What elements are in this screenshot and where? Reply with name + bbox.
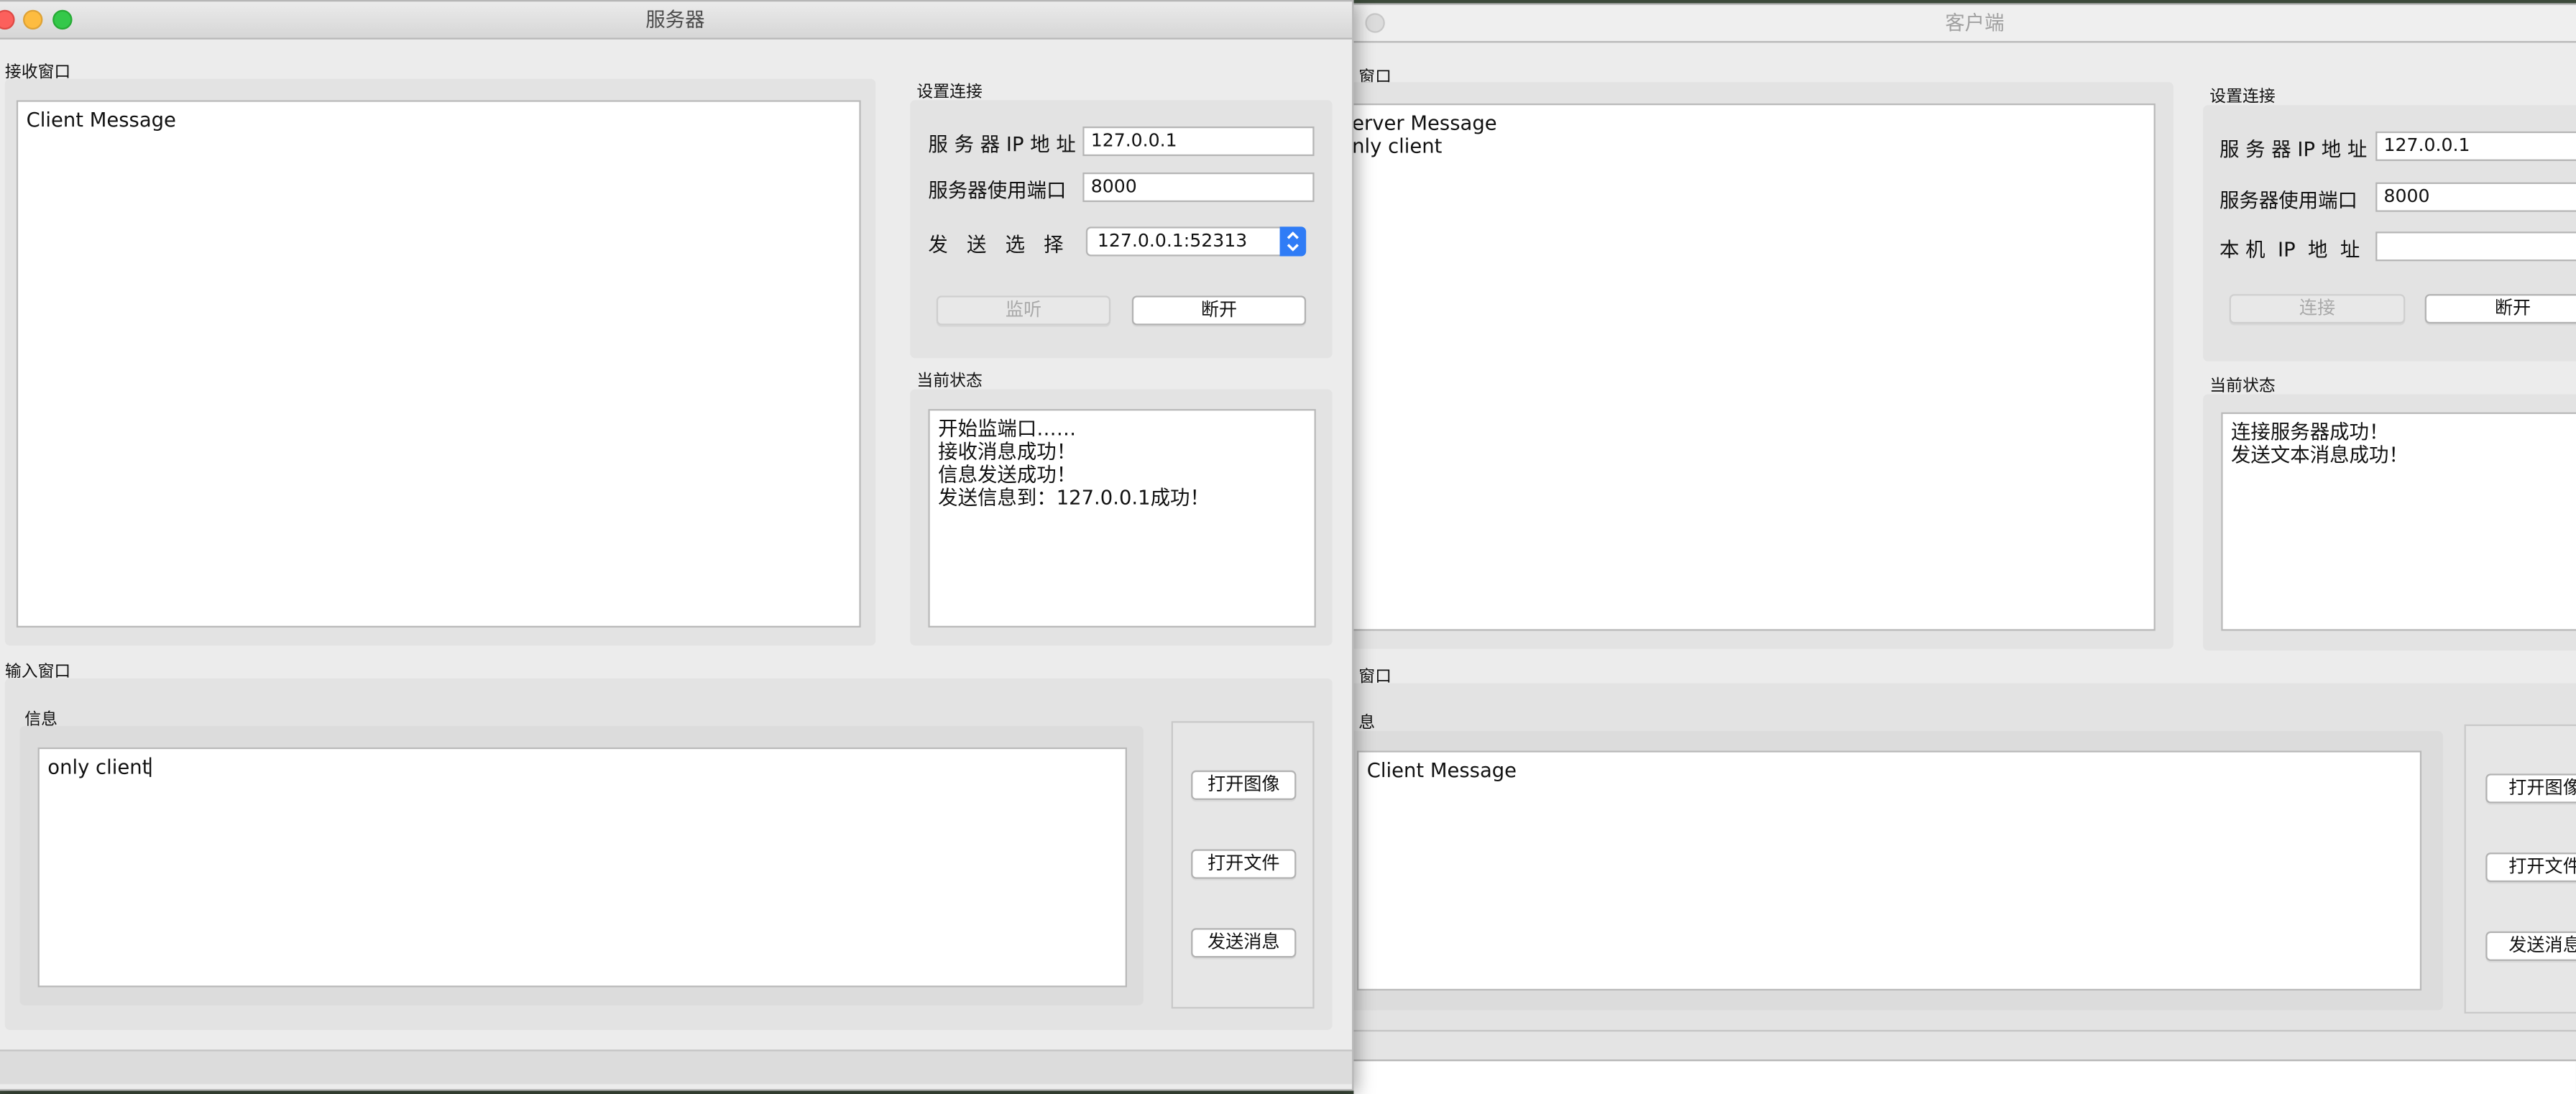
server-open-image-button[interactable]: 打开图像 xyxy=(1191,770,1297,800)
server-send-select-label: 发 送 选 择 xyxy=(928,233,1064,257)
server-status-textarea[interactable]: 开始监端口…… 接收消息成功！ 信息发送成功！ 发送信息到：127.0.0.1成… xyxy=(928,409,1316,628)
client-window-title: 客户端 xyxy=(1945,11,2005,35)
server-send-select[interactable]: 127.0.0.1:52313 xyxy=(1085,226,1307,257)
server-window-title: 服务器 xyxy=(645,8,705,32)
client-receive-line: nly client xyxy=(1352,134,1443,158)
client-status-textarea[interactable]: 连接服务器成功！ 发送文本消息成功！ xyxy=(2221,412,2576,631)
server-receive-line: Client Message xyxy=(26,108,176,132)
text-caret xyxy=(150,757,152,777)
server-ip-label: 服 务 器 IP 地 址 xyxy=(928,133,1076,157)
client-receive-line: erver Message xyxy=(1352,111,1497,135)
client-open-image-button[interactable]: 打开图像 xyxy=(2485,773,2576,804)
server-receive-textarea[interactable]: Client Message xyxy=(16,100,861,628)
window-maximize-icon[interactable] xyxy=(52,9,73,30)
client-status-label: 当前状态 xyxy=(2209,377,2276,396)
server-send-select-value: 127.0.0.1:52313 xyxy=(1097,229,1248,252)
server-open-file-button[interactable]: 打开文件 xyxy=(1191,849,1297,879)
client-receive-textarea[interactable]: erver Message nly client xyxy=(1352,103,2156,631)
server-message-textarea[interactable]: only client xyxy=(37,747,1127,988)
window-minimize-icon[interactable] xyxy=(22,9,43,30)
client-local-ip-label: 本 机 IP 地 址 xyxy=(2219,238,2360,262)
client-status-line: 发送文本消息成功！ xyxy=(2230,443,2409,467)
select-arrows-icon xyxy=(1279,226,1307,257)
server-message-text: only client xyxy=(47,755,150,779)
window-close-icon[interactable] xyxy=(1365,13,1385,33)
client-window: 客户端 窗口 erver Message nly client 设置连接 服 务… xyxy=(1350,3,2576,1062)
client-settings-label: 设置连接 xyxy=(2209,88,2276,107)
server-status-line: 信息发送成功！ xyxy=(938,463,1077,487)
client-status-line: 连接服务器成功！ xyxy=(2230,420,2389,444)
server-listen-button[interactable]: 监听 xyxy=(936,295,1111,326)
client-open-file-button[interactable]: 打开文件 xyxy=(2485,852,2576,883)
window-close-icon[interactable] xyxy=(0,9,15,30)
server-status-label: 当前状态 xyxy=(916,372,983,391)
server-ip-input[interactable]: 127.0.0.1 xyxy=(1082,126,1315,157)
server-port-input[interactable]: 8000 xyxy=(1082,172,1315,203)
client-port-label: 服务器使用端口 xyxy=(2219,188,2358,212)
client-message-label: 息 xyxy=(1358,714,1376,733)
server-send-message-button[interactable]: 发送消息 xyxy=(1191,928,1297,958)
client-connect-button[interactable]: 连接 xyxy=(2229,294,2406,324)
client-message-textarea[interactable]: Client Message xyxy=(1356,750,2422,991)
server-titlebar: 服务器 xyxy=(0,1,1353,40)
server-port-label: 服务器使用端口 xyxy=(928,179,1067,203)
server-window: 服务器 接收窗口 Client Message 设置连接 服 务 器 IP 地 … xyxy=(0,0,1354,1091)
client-disconnect-button[interactable]: 断开 xyxy=(2424,294,2576,324)
client-statusbar xyxy=(1352,1029,2576,1060)
client-ip-input[interactable]: 127.0.0.1 xyxy=(2375,131,2576,161)
client-titlebar: 客户端 xyxy=(1352,4,2576,43)
client-message-text: Client Message xyxy=(1366,758,1517,782)
server-settings-label: 设置连接 xyxy=(916,83,983,102)
client-port-input[interactable]: 8000 xyxy=(2375,182,2576,212)
server-disconnect-button[interactable]: 断开 xyxy=(1131,295,1307,326)
client-send-message-button[interactable]: 发送消息 xyxy=(2485,931,2576,961)
server-status-line: 发送信息到：127.0.0.1成功！ xyxy=(938,486,1210,510)
server-statusbar xyxy=(0,1049,1353,1085)
server-status-line: 开始监端口…… xyxy=(938,417,1077,441)
server-status-line: 接收消息成功！ xyxy=(938,440,1077,464)
client-local-ip-input[interactable] xyxy=(2375,231,2576,262)
client-ip-label: 服 务 器 IP 地 址 xyxy=(2219,137,2368,161)
